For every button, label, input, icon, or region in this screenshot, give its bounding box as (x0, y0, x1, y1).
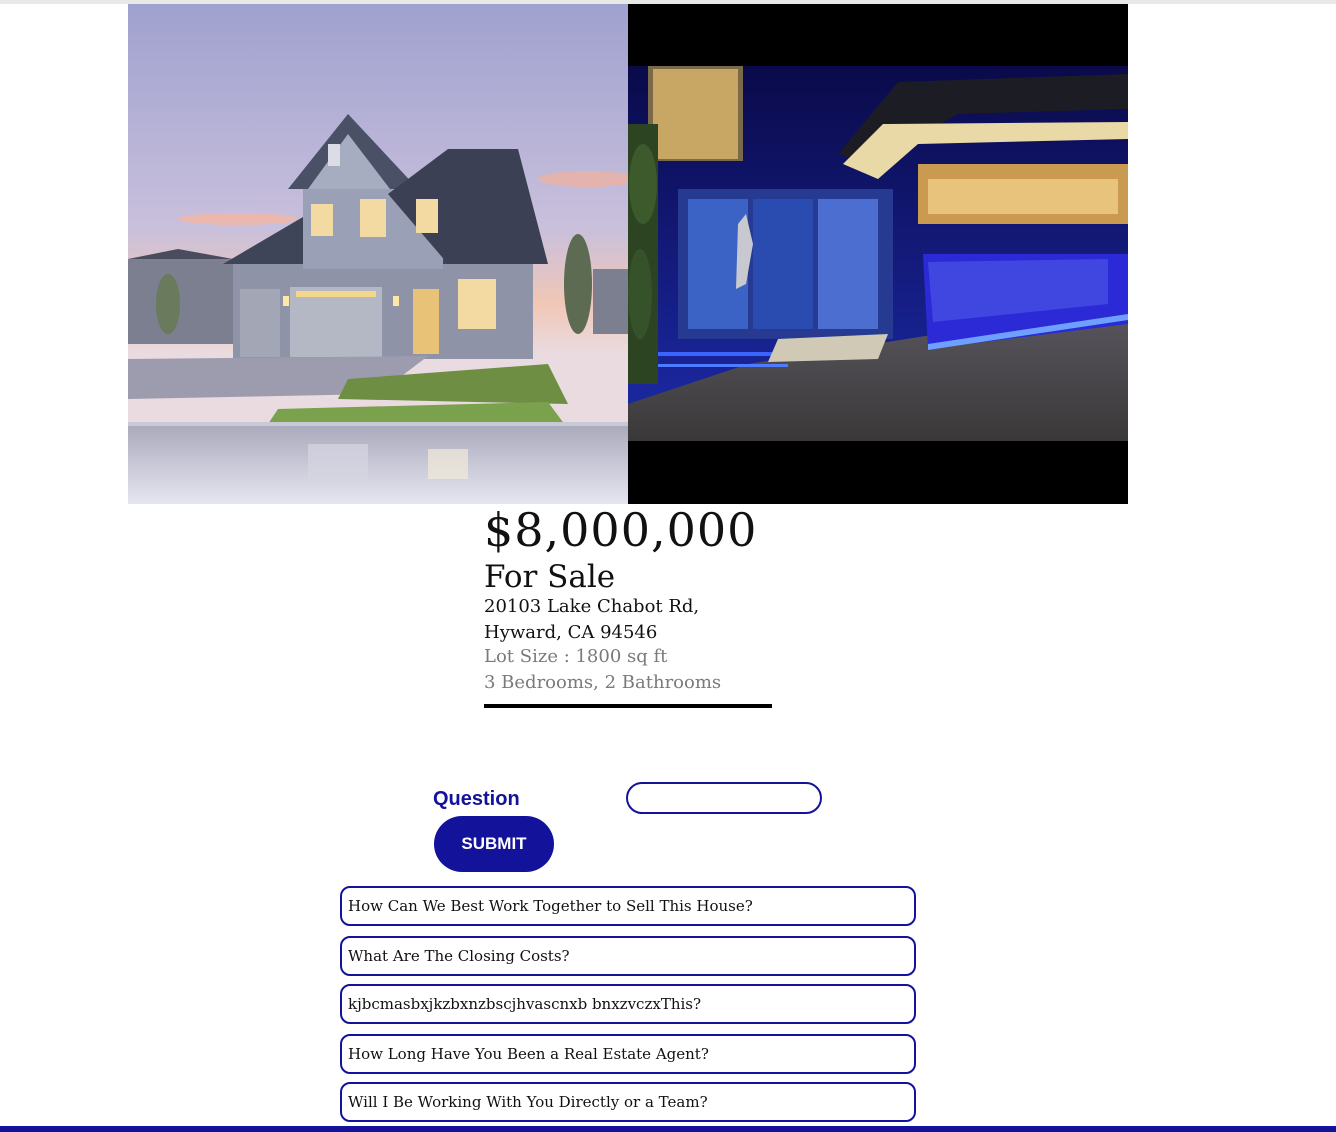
rooms-info: 3 Bedrooms, 2 Bathrooms (484, 672, 722, 693)
house-photo-left (128, 4, 628, 504)
question-input[interactable] (626, 782, 822, 814)
question-item[interactable]: Will I Be Working With You Directly or a… (340, 1082, 916, 1122)
lot-size: Lot Size : 1800 sq ft (484, 646, 668, 667)
question-item[interactable]: How Long Have You Been a Real Estate Age… (340, 1034, 916, 1074)
question-item[interactable]: How Can We Best Work Together to Sell Th… (340, 886, 916, 926)
address-line-1: 20103 Lake Chabot Rd, (484, 596, 700, 617)
listing-price: $8,000,000 (484, 503, 758, 557)
suburban-house-image (128, 4, 628, 504)
house-photo-right (628, 4, 1128, 504)
details-divider (484, 704, 772, 708)
question-item[interactable]: What Are The Closing Costs? (340, 936, 916, 976)
modern-house-image (628, 4, 1128, 504)
question-label: Question (433, 788, 520, 810)
listing-page: $8,000,000 For Sale 20103 Lake Chabot Rd… (0, 0, 1336, 1132)
submit-button[interactable]: SUBMIT (434, 816, 554, 872)
listing-status: For Sale (484, 559, 616, 595)
address-line-2: Hyward, CA 94546 (484, 622, 658, 643)
question-item[interactable]: kjbcmasbxjkzbxnzbscjhvascnxb bnxzvczxThi… (340, 984, 916, 1024)
bottom-border (0, 1126, 1336, 1132)
